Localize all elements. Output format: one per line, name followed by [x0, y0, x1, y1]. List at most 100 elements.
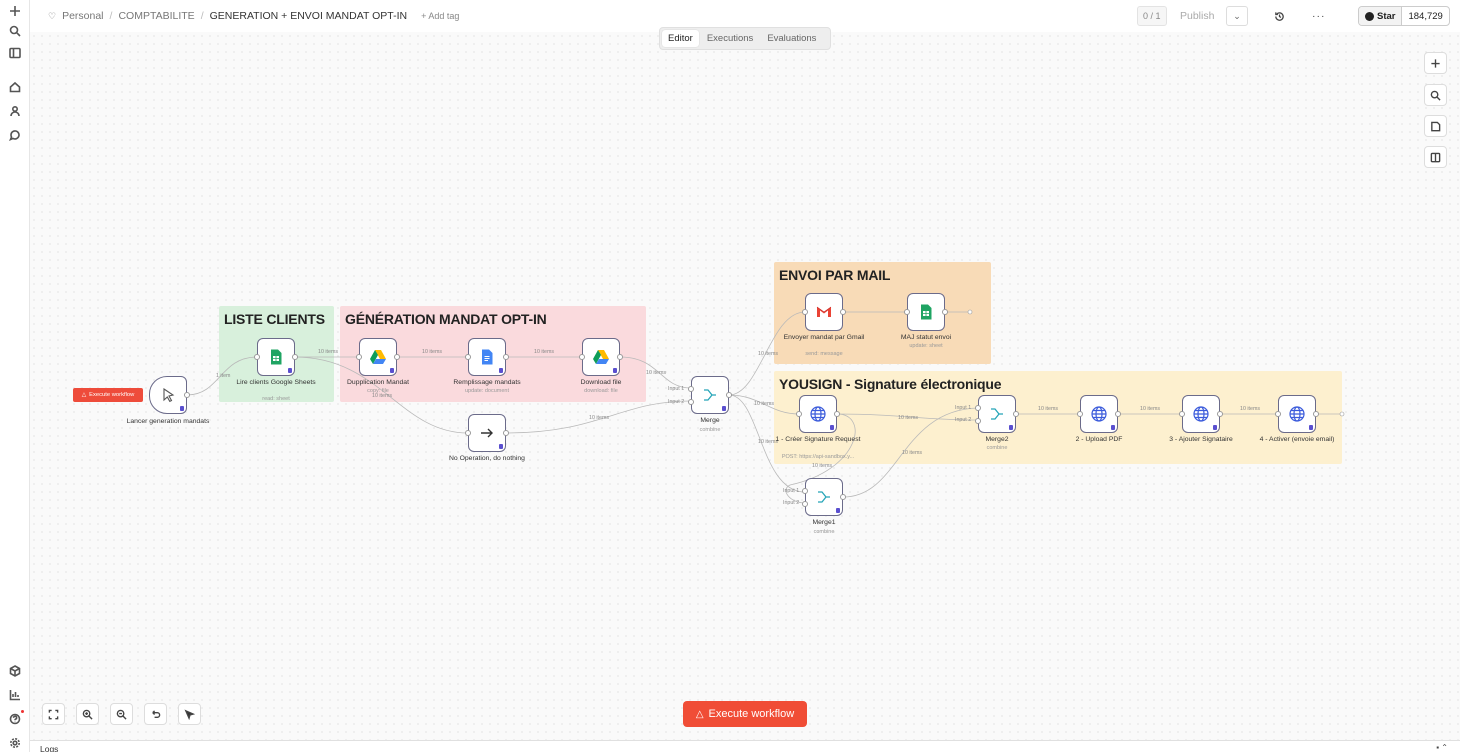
chart-icon[interactable]: [6, 686, 24, 704]
input-port-2[interactable]: [688, 399, 694, 405]
sticky-yousign[interactable]: YOUSIGN - Signature électronique: [774, 371, 1342, 464]
user-icon[interactable]: [6, 102, 24, 120]
tidy-up-button[interactable]: [178, 703, 201, 725]
input-port[interactable]: [1275, 411, 1281, 417]
node-upload-pdf[interactable]: [1077, 395, 1121, 433]
node-gmail[interactable]: [802, 293, 846, 331]
output-port[interactable]: [1013, 411, 1019, 417]
node-drive-download[interactable]: [579, 338, 623, 376]
edge-label: 10 items: [1038, 406, 1059, 412]
input-port[interactable]: [579, 354, 585, 360]
home-icon[interactable]: [6, 78, 24, 96]
node-trigger[interactable]: [149, 376, 190, 414]
input-port[interactable]: [465, 430, 471, 436]
output-port[interactable]: [1313, 411, 1319, 417]
merge-input-2-label: Input 2: [668, 399, 685, 405]
node-subtitle: combine: [813, 529, 835, 535]
input-port[interactable]: [254, 354, 260, 360]
output-port[interactable]: [617, 354, 623, 360]
undo-button[interactable]: [144, 703, 167, 725]
cube-icon[interactable]: [6, 662, 24, 680]
flask-icon: △: [695, 708, 704, 720]
fit-view-button[interactable]: [42, 703, 65, 725]
search-nodes-button[interactable]: [1424, 84, 1447, 106]
plus-icon[interactable]: [6, 2, 24, 20]
chat-icon[interactable]: [6, 126, 24, 144]
gear-icon[interactable]: [6, 734, 24, 752]
input-port[interactable]: [1077, 411, 1083, 417]
execute-workflow-button[interactable]: △ Execute workflow: [683, 701, 807, 727]
cursor-icon: [163, 387, 175, 403]
output-port[interactable]: [503, 430, 509, 436]
output-port[interactable]: [726, 392, 732, 398]
node-activate[interactable]: [1275, 395, 1319, 433]
tab-executions[interactable]: Executions: [701, 30, 759, 47]
output-port[interactable]: [840, 309, 846, 315]
node-sheets-read[interactable]: [254, 338, 298, 376]
input-port[interactable]: [465, 354, 471, 360]
add-node-button[interactable]: [1424, 52, 1447, 74]
chevron-down-icon: ⌄: [1233, 10, 1241, 21]
publish-button[interactable]: Publish: [1180, 6, 1214, 26]
execute-trigger-button[interactable]: △ Execute workflow: [73, 388, 143, 402]
input-port-2[interactable]: [802, 501, 808, 507]
node-merge2[interactable]: [975, 395, 1019, 433]
input-port-1[interactable]: [802, 488, 808, 494]
output-port[interactable]: [292, 354, 298, 360]
node-docs-fill[interactable]: [465, 338, 509, 376]
toggle-panel-button[interactable]: [1424, 146, 1447, 168]
edge-label: 10 items: [646, 370, 667, 376]
logs-panel[interactable]: Logs ▪ ⌃: [30, 740, 1460, 752]
node-add-signer[interactable]: [1179, 395, 1223, 433]
node-subtitle: update: sheet: [909, 343, 943, 349]
globe-icon: [1289, 406, 1305, 422]
more-options-icon[interactable]: ···: [1312, 6, 1326, 26]
node-create-signature[interactable]: [796, 395, 840, 433]
google-drive-icon: [370, 350, 386, 364]
node-subtitle: POST: https://api-sandbox.y...: [781, 454, 855, 460]
output-port[interactable]: [503, 354, 509, 360]
chevron-up-icon[interactable]: ▪ ⌃: [1436, 743, 1448, 752]
node-label: 3 - Ajouter Signataire: [1169, 436, 1233, 443]
add-sticky-button[interactable]: [1424, 115, 1447, 137]
zoom-out-button[interactable]: [110, 703, 133, 725]
publish-dropdown[interactable]: ⌄: [1226, 6, 1248, 26]
search-icon: [1430, 90, 1441, 101]
node-drive-duplicate[interactable]: [356, 338, 400, 376]
github-star-button[interactable]: Star 184,729: [1358, 6, 1450, 26]
panel-icon[interactable]: [6, 44, 24, 62]
input-port-2[interactable]: [975, 418, 981, 424]
output-port[interactable]: [1115, 411, 1121, 417]
breadcrumb-folder[interactable]: COMPTABILITE: [118, 10, 194, 22]
output-port[interactable]: [184, 392, 190, 398]
output-port[interactable]: [834, 411, 840, 417]
breadcrumb-project[interactable]: Personal: [62, 10, 103, 22]
input-port[interactable]: [904, 309, 910, 315]
node-merge[interactable]: [688, 376, 732, 414]
history-icon[interactable]: [1274, 6, 1285, 26]
input-port-1[interactable]: [975, 405, 981, 411]
output-port[interactable]: [394, 354, 400, 360]
add-tag-button[interactable]: + Add tag: [421, 11, 459, 21]
search-icon[interactable]: [6, 22, 24, 40]
tab-editor[interactable]: Editor: [662, 30, 699, 47]
node-merge1[interactable]: [802, 478, 846, 516]
input-port[interactable]: [796, 411, 802, 417]
zoom-in-button[interactable]: [76, 703, 99, 725]
pin-icon: [390, 368, 394, 373]
edge-label: 10 items: [902, 450, 923, 456]
node-sheets-update[interactable]: [904, 293, 948, 331]
input-port[interactable]: [1179, 411, 1185, 417]
pin-icon: [836, 508, 840, 513]
input-port[interactable]: [356, 354, 362, 360]
output-port[interactable]: [840, 494, 846, 500]
output-port[interactable]: [942, 309, 948, 315]
edge-label: 10 items: [898, 415, 919, 421]
workflow-title[interactable]: GENERATION + ENVOI MANDAT OPT-IN: [210, 10, 408, 22]
tab-evaluations[interactable]: Evaluations: [761, 30, 822, 47]
help-icon[interactable]: [6, 710, 24, 728]
node-no-operation[interactable]: [465, 414, 509, 452]
output-port[interactable]: [1217, 411, 1223, 417]
input-port[interactable]: [802, 309, 808, 315]
input-port-1[interactable]: [688, 386, 694, 392]
